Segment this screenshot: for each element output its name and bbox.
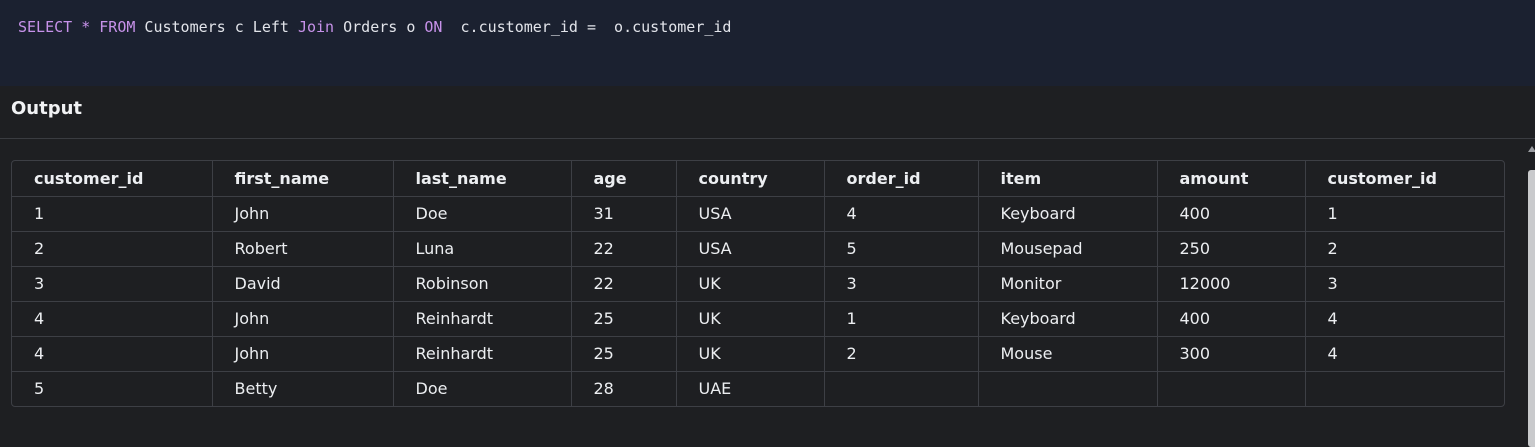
sql-keyword: FROM bbox=[99, 18, 136, 36]
sql-text: Customers c Left bbox=[135, 18, 298, 36]
table-cell: John bbox=[212, 301, 394, 337]
table-row: 5 Betty Doe 28 UAE bbox=[12, 371, 1504, 406]
table-cell: Doe bbox=[393, 371, 572, 406]
table-cell: 22 bbox=[571, 266, 677, 302]
table-cell: 2 bbox=[1305, 231, 1504, 267]
table-cell: 5 bbox=[824, 231, 979, 267]
table-cell: 1 bbox=[824, 301, 979, 337]
table-cell: 300 bbox=[1157, 336, 1306, 372]
table-cell: 22 bbox=[571, 231, 677, 267]
table-cell: Reinhardt bbox=[393, 336, 572, 372]
table-cell: Monitor bbox=[978, 266, 1158, 302]
table-cell: Robinson bbox=[393, 266, 572, 302]
table-cell: 4 bbox=[1305, 336, 1504, 372]
table-cell: 2 bbox=[824, 336, 979, 372]
table-cell: Luna bbox=[393, 231, 572, 267]
table-row: 4 John Reinhardt 25 UK 1 Keyboard 400 4 bbox=[12, 301, 1504, 337]
table-cell: 4 bbox=[12, 301, 213, 337]
table-row: 2 Robert Luna 22 USA 5 Mousepad 250 2 bbox=[12, 231, 1504, 267]
table-cell: 4 bbox=[12, 336, 213, 372]
table-cell: Betty bbox=[212, 371, 394, 406]
table-cell: Keyboard bbox=[978, 301, 1158, 337]
scroll-thumb[interactable] bbox=[1528, 170, 1535, 447]
table-cell: 31 bbox=[571, 196, 677, 232]
scroll-up-arrow-icon[interactable] bbox=[1528, 146, 1535, 152]
table-cell: John bbox=[212, 196, 394, 232]
sql-keyword: SELECT bbox=[18, 18, 73, 36]
table-cell: USA bbox=[676, 196, 825, 232]
table-cell: 400 bbox=[1157, 301, 1306, 337]
table-cell: 3 bbox=[1305, 266, 1504, 302]
column-header[interactable]: customer_id bbox=[12, 161, 213, 197]
column-header[interactable]: first_name bbox=[212, 161, 394, 197]
table-cell: Reinhardt bbox=[393, 301, 572, 337]
table-cell: Doe bbox=[393, 196, 572, 232]
column-header[interactable]: age bbox=[571, 161, 677, 197]
table-body: 1 John Doe 31 USA 4 Keyboard 400 1 2 Robert Luna 22 U… bbox=[12, 196, 1504, 406]
table-cell: UK bbox=[676, 301, 825, 337]
table-cell: UK bbox=[676, 266, 825, 302]
table-cell: 400 bbox=[1157, 196, 1306, 232]
table-cell: David bbox=[212, 266, 394, 302]
column-header[interactable]: country bbox=[676, 161, 825, 197]
table-cell: 25 bbox=[571, 301, 677, 337]
table-cell: Robert bbox=[212, 231, 394, 267]
table-cell: 1 bbox=[12, 196, 213, 232]
table-cell bbox=[978, 371, 1158, 406]
sql-keyword: Join bbox=[297, 18, 335, 36]
column-header[interactable]: customer_id bbox=[1305, 161, 1504, 197]
table-row: 3 David Robinson 22 UK 3 Monitor 12000 3 bbox=[12, 266, 1504, 302]
column-header[interactable]: order_id bbox=[824, 161, 979, 197]
table-row: 4 John Reinhardt 25 UK 2 Mouse 300 4 bbox=[12, 336, 1504, 372]
table-cell: 5 bbox=[12, 371, 213, 406]
column-header[interactable]: amount bbox=[1157, 161, 1306, 197]
results-table: customer_id first_name last_name age cou… bbox=[11, 160, 1505, 407]
table-cell: USA bbox=[676, 231, 825, 267]
table-cell: John bbox=[212, 336, 394, 372]
table-cell: Mousepad bbox=[978, 231, 1158, 267]
table-cell: Keyboard bbox=[978, 196, 1158, 232]
table-cell bbox=[1305, 371, 1504, 406]
sql-query-text[interactable]: SELECT * FROM Customers c Left Join Orde… bbox=[18, 18, 731, 36]
table-cell: 3 bbox=[824, 266, 979, 302]
table-cell: 25 bbox=[571, 336, 677, 372]
output-title: Output bbox=[11, 98, 83, 119]
sql-text: c.customer_id = o.customer_id bbox=[442, 18, 732, 36]
sql-text: Orders o bbox=[334, 18, 425, 36]
table-cell: 4 bbox=[1305, 301, 1504, 337]
output-header: Output bbox=[0, 86, 1535, 139]
table-cell: Mouse bbox=[978, 336, 1158, 372]
sql-keyword: ON bbox=[424, 18, 443, 36]
table-cell bbox=[824, 371, 979, 406]
table-cell bbox=[1157, 371, 1306, 406]
vertical-scrollbar[interactable] bbox=[1527, 142, 1535, 447]
table-cell: 28 bbox=[571, 371, 677, 406]
table-cell: 4 bbox=[824, 196, 979, 232]
sql-editor[interactable]: SELECT * FROM Customers c Left Join Orde… bbox=[0, 0, 1535, 86]
column-header[interactable]: last_name bbox=[393, 161, 572, 197]
table-cell: UAE bbox=[676, 371, 825, 406]
table-cell: UK bbox=[676, 336, 825, 372]
table-cell: 1 bbox=[1305, 196, 1504, 232]
table-cell: 12000 bbox=[1157, 266, 1306, 302]
table-header-row: customer_id first_name last_name age cou… bbox=[12, 161, 1504, 197]
column-header[interactable]: item bbox=[978, 161, 1158, 197]
table-row: 1 John Doe 31 USA 4 Keyboard 400 1 bbox=[12, 196, 1504, 232]
table-cell: 2 bbox=[12, 231, 213, 267]
table-cell: 3 bbox=[12, 266, 213, 302]
table-cell: 250 bbox=[1157, 231, 1306, 267]
sql-keyword: * bbox=[81, 18, 91, 36]
